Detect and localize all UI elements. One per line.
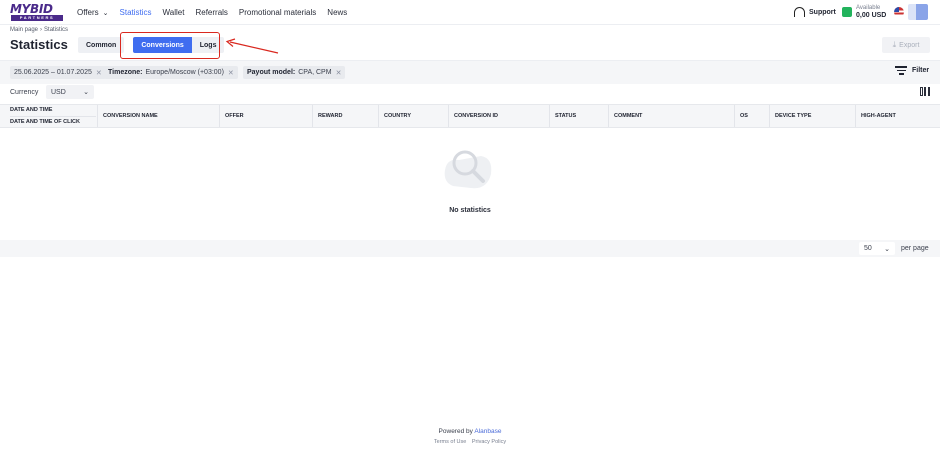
nav-news[interactable]: News <box>327 0 347 25</box>
empty-search-icon <box>444 150 492 189</box>
export-button[interactable]: ⤓ Export <box>882 37 930 53</box>
nav-promotional-materials[interactable]: Promotional materials <box>239 0 316 25</box>
per-page-select[interactable]: 50 ⌄ <box>859 242 895 255</box>
column-user-agent[interactable]: HIGH-AGENT <box>855 105 940 127</box>
export-label: Export <box>899 41 920 49</box>
columns-settings-icon[interactable] <box>920 87 930 96</box>
alanbase-link[interactable]: Alanbase <box>474 428 501 435</box>
top-navigation: MYBID PARTNERS Offers ⌄ Statistics Walle… <box>0 0 940 25</box>
column-offer[interactable]: OFFER <box>219 105 312 127</box>
payout-label: Payout model: <box>247 69 296 76</box>
logo-subtitle: PARTNERS <box>11 15 63 21</box>
column-device-type[interactable]: DEVICE TYPE <box>769 105 855 127</box>
nav-referrals[interactable]: Referrals <box>195 0 227 25</box>
nav-wallet[interactable]: Wallet <box>163 0 185 25</box>
currency-value: USD <box>51 88 66 96</box>
close-icon[interactable]: ✕ <box>96 69 102 77</box>
column-conversion-name[interactable]: CONVERSION NAME <box>97 105 219 127</box>
chevron-down-icon: ⌄ <box>884 245 890 253</box>
terms-link[interactable]: Terms of Use <box>434 439 466 445</box>
column-comment[interactable]: COMMENT <box>608 105 734 127</box>
main-nav: Offers ⌄ Statistics Wallet Referrals Pro… <box>77 0 358 25</box>
close-icon[interactable]: ✕ <box>228 69 234 77</box>
balance-value: 0,00 USD <box>856 12 887 19</box>
breadcrumb-home[interactable]: Main page <box>10 27 38 33</box>
download-icon: ⤓ <box>892 40 897 49</box>
column-reward[interactable]: REWARD <box>312 105 378 127</box>
column-conversion-id[interactable]: CONVERSION ID <box>448 105 549 127</box>
chevron-right-icon: › <box>40 27 43 33</box>
nav-offers-label: Offers <box>77 8 99 17</box>
headset-icon <box>794 7 805 17</box>
us-flag-icon[interactable] <box>894 7 904 17</box>
available-label: Available <box>856 5 881 11</box>
footer-links: Terms of Use Privacy Policy <box>0 439 940 445</box>
payout-model-chip[interactable]: Payout model: CPA, CPM ✕ <box>243 66 346 79</box>
timezone-chip[interactable]: Timezone: Europe/Moscow (+03:00) ✕ <box>104 66 238 79</box>
date-range-value: 25.06.2025 – 01.07.2025 <box>14 69 92 76</box>
per-page-value: 50 <box>864 245 872 252</box>
mybid-partners-logo[interactable]: MYBID PARTNERS <box>10 3 64 21</box>
per-page-label: per page <box>901 245 929 252</box>
table-header: DATE AND TIME DATE AND TIME OF CLICK CON… <box>0 104 940 128</box>
filter-label: Filter <box>912 67 930 74</box>
empty-state-text: No statistics <box>449 207 491 214</box>
footer-powered-by: Powered by Alanbase <box>0 428 940 435</box>
pagination-bar <box>0 240 940 257</box>
breadcrumb-current: Statistics <box>44 27 69 33</box>
currency-label: Currency <box>10 89 39 96</box>
balance-widget[interactable]: Available 0,00 USD <box>856 4 886 20</box>
breadcrumb: Main page › Statistics <box>10 27 68 33</box>
logo-wordmark: MYBID <box>10 2 53 16</box>
powered-by-text: Powered by <box>438 428 473 435</box>
annotation-arrow <box>225 38 279 54</box>
currency-select[interactable]: USD ⌄ <box>46 85 94 99</box>
tab-common[interactable]: Common <box>78 37 125 53</box>
column-date-time-of-click: DATE AND TIME OF CLICK <box>10 116 96 127</box>
column-status[interactable]: STATUS <box>549 105 608 127</box>
annotation-highlight-box <box>120 32 220 59</box>
privacy-link[interactable]: Privacy Policy <box>472 439 506 445</box>
column-os[interactable]: OS <box>734 105 769 127</box>
support-label: Support <box>809 8 836 16</box>
column-date-time[interactable]: DATE AND TIME DATE AND TIME OF CLICK <box>0 105 97 127</box>
nav-offers[interactable]: Offers ⌄ <box>77 0 109 25</box>
filters-bar: 25.06.2025 – 01.07.2025 ✕ Timezone: Euro… <box>0 60 940 84</box>
nav-statistics[interactable]: Statistics <box>120 0 152 25</box>
support-link[interactable]: Support <box>794 7 836 17</box>
page-title: Statistics <box>10 37 68 52</box>
timezone-value: Europe/Moscow (+03:00) <box>145 69 224 76</box>
chevron-down-icon: ⌄ <box>102 9 109 17</box>
payout-value: CPA, CPM <box>298 69 332 76</box>
chevron-down-icon: ⌄ <box>83 89 89 96</box>
date-range-chip[interactable]: 25.06.2025 – 01.07.2025 ✕ <box>10 66 106 79</box>
column-date-and-time: DATE AND TIME <box>10 107 53 113</box>
column-country[interactable]: COUNTRY <box>378 105 448 127</box>
close-icon[interactable]: ✕ <box>336 69 342 77</box>
timezone-label: Timezone: <box>108 69 143 76</box>
wallet-icon <box>842 7 852 17</box>
filter-icon <box>895 66 907 75</box>
avatar[interactable] <box>908 4 928 20</box>
filter-button[interactable]: Filter <box>895 66 929 75</box>
